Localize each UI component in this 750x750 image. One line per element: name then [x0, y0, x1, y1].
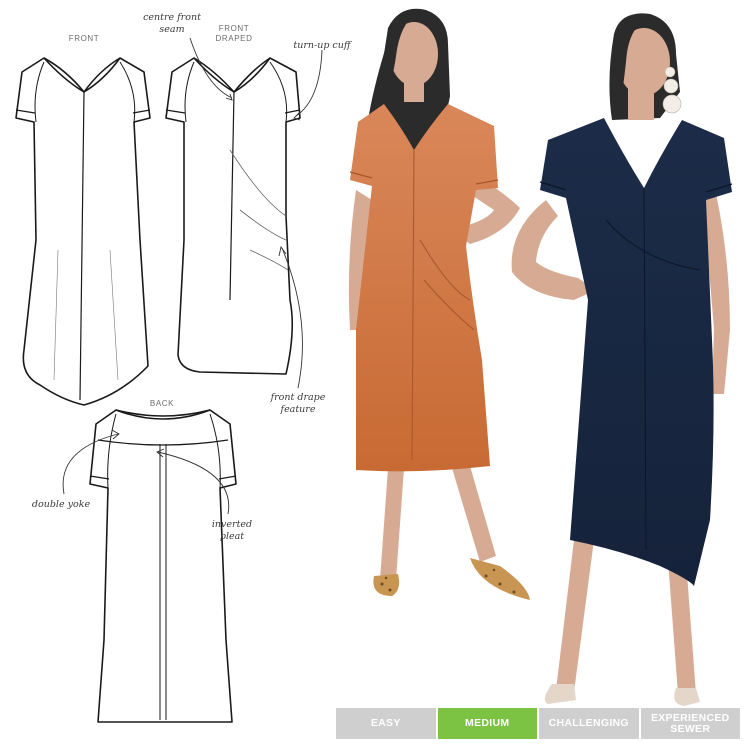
- front-draped-label: FRONT DRAPED: [206, 24, 262, 44]
- front-draped-sketch: [165, 57, 301, 375]
- difficulty-challenging: CHALLENGING: [539, 708, 639, 739]
- callout-front-drape: front drape feature: [262, 392, 334, 416]
- callout-inverted-pleat-line1: inverted: [211, 519, 253, 530]
- callout-double-yoke: double yoke: [31, 499, 91, 510]
- callout-inverted-pleat: inverted pleat: [204, 519, 260, 543]
- callout-centre-front-seam: centre front seam: [136, 12, 208, 36]
- navy-dress-figure: [511, 13, 733, 706]
- pattern-card: FRONT FRONT DRAPED BACK centre front sea…: [0, 0, 750, 750]
- callout-front-drape-line2: feature: [280, 404, 316, 415]
- difficulty-medium: MEDIUM: [437, 708, 537, 739]
- illustration: [15, 8, 733, 723]
- callout-centre-front-seam-line1: centre front: [143, 12, 201, 23]
- difficulty-challenging-label: CHALLENGING: [548, 717, 629, 729]
- difficulty-experienced-label-line2: SEWER: [670, 722, 711, 735]
- difficulty-easy-label: EASY: [370, 717, 401, 729]
- front-sketch: [15, 57, 151, 406]
- callout-centre-front-seam-line2: seam: [159, 24, 185, 35]
- callout-inverted-pleat-line2: pleat: [219, 531, 245, 542]
- difficulty-medium-label: MEDIUM: [465, 717, 510, 729]
- front-label: FRONT: [68, 34, 100, 43]
- callout-front-drape-line1: front drape: [270, 392, 326, 403]
- difficulty-bar: EASY MEDIUM CHALLENGING EXPERIENCED SEWE…: [336, 708, 740, 739]
- orange-dress-figure: [348, 8, 530, 600]
- front-draped-label-line1: FRONT: [218, 24, 250, 33]
- callout-turn-up-cuff: turn-up cuff: [293, 40, 351, 51]
- difficulty-easy: EASY: [336, 708, 436, 739]
- difficulty-experienced-label-line1: EXPERIENCED: [650, 711, 730, 724]
- back-label: BACK: [149, 399, 175, 408]
- difficulty-experienced-sewer: EXPERIENCED SEWER: [640, 708, 740, 739]
- front-draped-label-line2: DRAPED: [215, 34, 253, 43]
